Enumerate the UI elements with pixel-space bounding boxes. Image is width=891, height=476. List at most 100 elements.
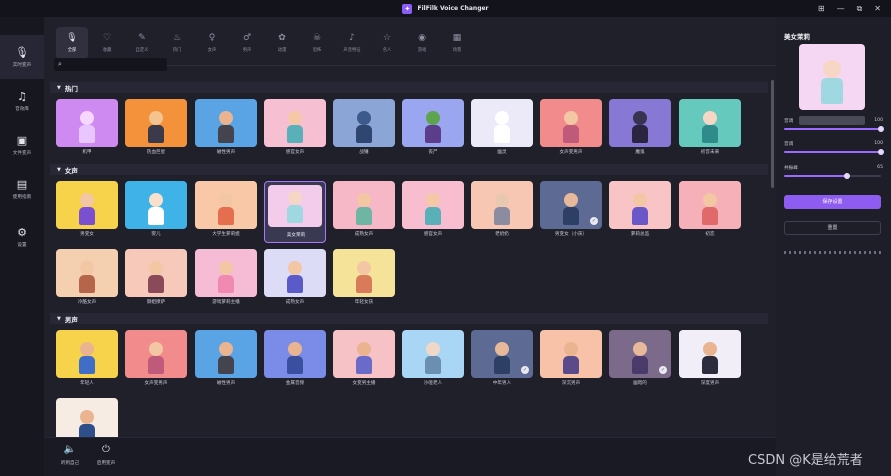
tab-9[interactable]: ☆ 名人 bbox=[371, 27, 403, 59]
search-box[interactable]: ⌕ bbox=[54, 58, 167, 71]
pitch-slider[interactable] bbox=[784, 126, 884, 132]
section-header[interactable]: ▼ 热门 bbox=[50, 82, 768, 93]
avatar bbox=[145, 340, 167, 374]
tab-3[interactable]: ♨ 热门 bbox=[161, 27, 193, 59]
reset-button[interactable]: 重置 bbox=[784, 221, 881, 235]
voice-card[interactable]: 御姐撩萨 bbox=[125, 249, 187, 311]
pitch-2-slider[interactable] bbox=[784, 149, 884, 155]
voice-card[interactable]: 感官女声 bbox=[402, 181, 464, 243]
voice-card[interactable]: 磁性男声 bbox=[195, 330, 257, 392]
voice-label: 深沉男声 bbox=[561, 381, 581, 386]
avatar-head bbox=[219, 261, 233, 275]
pitch-slider-knob[interactable] bbox=[878, 126, 884, 132]
hear-myself-button[interactable]: 🔈 听到自己 bbox=[52, 444, 88, 472]
voice-card[interactable]: 成熟女声 bbox=[264, 249, 326, 311]
formant-slider[interactable] bbox=[784, 173, 881, 179]
voice-card[interactable]: 大学生萝莉姐 bbox=[195, 181, 257, 243]
avatar-body bbox=[494, 356, 510, 374]
sidebar-item-4[interactable]: ⚙ 设置 bbox=[0, 215, 44, 259]
voice-card[interactable]: ✓ 幽暗的 bbox=[609, 330, 671, 392]
tab-4[interactable]: ♀ 女声 bbox=[196, 27, 228, 59]
section-header[interactable]: ▼ 女声 bbox=[50, 164, 768, 175]
tab-6[interactable]: ✿ 动漫 bbox=[266, 27, 298, 59]
voice-card[interactable]: 初音未来 bbox=[679, 99, 741, 161]
enable-voice-changer-button[interactable]: ⏻ 启用变声 bbox=[88, 444, 124, 472]
avatar bbox=[560, 109, 582, 143]
save-settings-button[interactable]: 保存设置 bbox=[784, 195, 881, 209]
voice-card[interactable]: 战锤 bbox=[333, 99, 395, 161]
tab-8[interactable]: ♪ 声音特征 bbox=[336, 27, 368, 59]
search-input[interactable] bbox=[64, 61, 155, 68]
tab-5[interactable]: ♂ 男声 bbox=[231, 27, 263, 59]
voice-card[interactable]: 沙哑老人 bbox=[402, 330, 464, 392]
voice-card[interactable]: 女声变男声 bbox=[125, 330, 187, 392]
avatar-head bbox=[149, 261, 163, 275]
voice-card[interactable]: 深沉男声 bbox=[540, 330, 602, 392]
voice-card[interactable]: ✓ 中年男人 bbox=[471, 330, 533, 392]
tab-2[interactable]: ✎ 自定义 bbox=[126, 27, 158, 59]
voice-thumbnail bbox=[125, 181, 187, 229]
tab-label: 恐怖 bbox=[312, 48, 322, 53]
voice-card[interactable]: 年轻女孩 bbox=[333, 249, 395, 311]
voice-card[interactable]: 萝莉总监 bbox=[609, 181, 671, 243]
avatar-head bbox=[703, 342, 717, 356]
avatar bbox=[76, 259, 98, 293]
avatar-head bbox=[633, 193, 647, 207]
sidebar-item-1[interactable]: ♫ 音效库 bbox=[0, 79, 44, 123]
sidebar-item-0[interactable]: 🎙 实时变声 bbox=[0, 35, 44, 79]
sidebar-item-3[interactable]: ▤ 使用指南 bbox=[0, 167, 44, 211]
voice-card[interactable]: 女变男主播 bbox=[333, 330, 395, 392]
voice-label: 成熟女声 bbox=[285, 300, 305, 305]
voice-card[interactable]: 幽灵 bbox=[471, 99, 533, 161]
pitch-2-slider-knob[interactable] bbox=[878, 149, 884, 155]
avatar-head bbox=[80, 410, 94, 424]
avatar-body bbox=[702, 125, 718, 143]
voice-card[interactable]: 金属音频 bbox=[264, 330, 326, 392]
tab-11[interactable]: ▦ 场景 bbox=[441, 27, 473, 59]
avatar bbox=[145, 191, 167, 225]
voice-thumbnail: ✓ bbox=[609, 330, 671, 378]
voice-card[interactable]: 初恋 bbox=[679, 181, 741, 243]
voice-changer-app: ✦ FilFilk Voice Changer ⊞ — ⧉ ✕ 🎙 实时变声 ♫ 音效… bbox=[0, 0, 891, 476]
sidebar-item-2[interactable]: ▣ 文件变声 bbox=[0, 123, 44, 167]
avatar-body bbox=[632, 207, 648, 225]
voice-card[interactable]: 冷酷女声 bbox=[56, 249, 118, 311]
layout-button[interactable]: ⊞ bbox=[818, 0, 825, 17]
voice-card[interactable]: 深度男声 bbox=[679, 330, 741, 392]
tab-7[interactable]: ☠ 恐怖 bbox=[301, 27, 333, 59]
tab-0[interactable]: 🎙 全部 bbox=[56, 27, 88, 59]
maximize-button[interactable]: ⧉ bbox=[857, 0, 863, 17]
avatar bbox=[215, 191, 237, 225]
avatar-head bbox=[288, 342, 302, 356]
close-button[interactable]: ✕ bbox=[874, 0, 881, 17]
voice-label: 御姐撩萨 bbox=[146, 300, 166, 305]
voice-card[interactable]: 游戏萝莉主播 bbox=[195, 249, 257, 311]
voice-label: 磁性男声 bbox=[216, 150, 236, 155]
voice-card[interactable]: 女声变男声 bbox=[540, 99, 602, 161]
minimize-button[interactable]: — bbox=[837, 0, 845, 17]
formant-label: 共振峰 bbox=[784, 166, 798, 171]
tab-1[interactable]: ♡ 收藏 bbox=[91, 27, 123, 59]
voice-card[interactable]: 感官女声 bbox=[264, 99, 326, 161]
category-tabs: 🎙 全部 ♡ 收藏 ✎ 自定义 ♨ 热门 ♀ 女声 ♂ 男声 ✿ 动漫 ☠ 恐怖 ♪ 声音特征 ☆ 名人 ◉ 游戏 ▦ 场景 bbox=[56, 27, 473, 61]
avatar bbox=[422, 191, 444, 225]
voice-card[interactable]: ✓ 男变女（小孩） bbox=[540, 181, 602, 243]
voice-card[interactable]: 成熟女声 bbox=[333, 181, 395, 243]
voice-card[interactable]: 机甲 bbox=[56, 99, 118, 161]
avatar-body bbox=[218, 275, 234, 293]
voice-card[interactable]: 热血巨星 bbox=[125, 99, 187, 161]
voice-card[interactable]: 磁性男声 bbox=[195, 99, 257, 161]
voice-card[interactable]: 男变女 bbox=[56, 181, 118, 243]
formant-slider-knob[interactable] bbox=[844, 173, 851, 179]
voice-card[interactable]: 美女茉莉 bbox=[264, 181, 326, 243]
scrollbar[interactable] bbox=[771, 80, 774, 188]
avatar bbox=[284, 259, 306, 293]
section-header[interactable]: ▼ 男声 bbox=[50, 313, 768, 324]
voice-card[interactable]: 年轻人 bbox=[56, 330, 118, 392]
preview-button[interactable] bbox=[799, 116, 865, 125]
voice-card[interactable]: 魔鬼 bbox=[609, 99, 671, 161]
voice-card[interactable]: 婴儿 bbox=[125, 181, 187, 243]
tab-10[interactable]: ◉ 游戏 bbox=[406, 27, 438, 59]
voice-card[interactable]: 老奶奶 bbox=[471, 181, 533, 243]
voice-card[interactable]: 丧尸 bbox=[402, 99, 464, 161]
